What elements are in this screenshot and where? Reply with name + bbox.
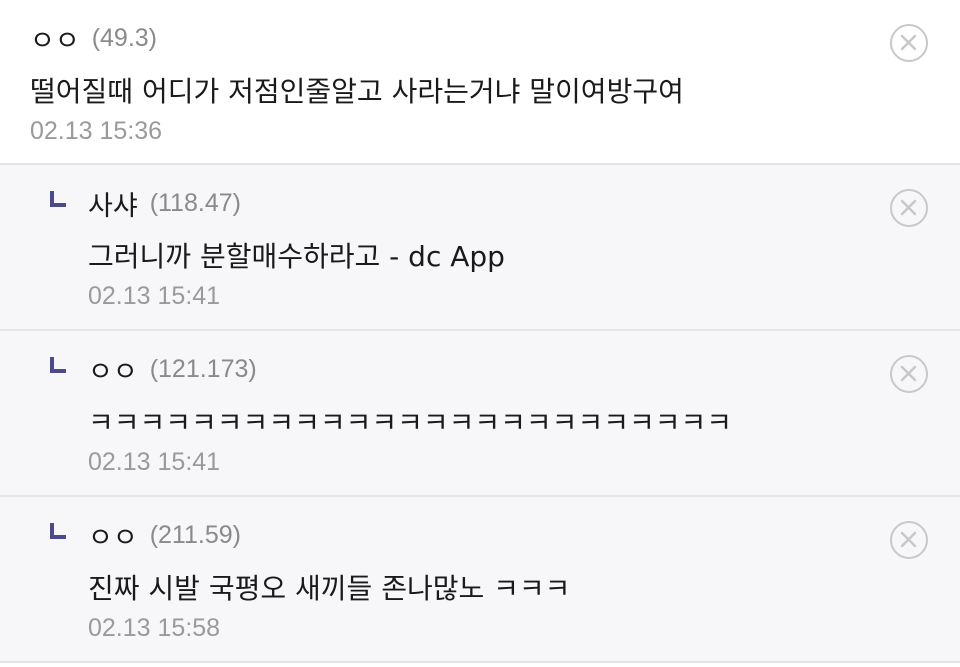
comment-header: ㅇㅇ (49.3) (30, 19, 157, 58)
comment-ip: (118.47) (149, 188, 241, 217)
comment-ip: (121.173) (149, 354, 257, 383)
comment-header: ㅇㅇ (211.59) (88, 516, 241, 555)
comment-nickname[interactable]: ㅇㅇ (30, 19, 80, 58)
reply-item: 사샤 (118.47) 그러니까 분할매수하라고 - dc App 02.13 … (0, 165, 960, 331)
close-circle-icon (900, 199, 917, 216)
delete-comment-button[interactable] (890, 24, 928, 62)
comment-date: 02.13 15:41 (88, 282, 221, 310)
comment-date: 02.13 15:58 (88, 614, 221, 642)
comment-header: 사샤 (118.47) (88, 184, 241, 223)
close-circle-icon (900, 531, 917, 548)
comment-nickname[interactable]: 사샤 (88, 184, 138, 223)
reply-arrow-icon (50, 523, 66, 539)
reply-item: ㅇㅇ (211.59) 진짜 시발 국평오 새끼들 존나많노 ㅋㅋㅋ 02.13… (0, 497, 960, 663)
close-circle-icon (900, 365, 917, 382)
close-circle-icon (900, 34, 917, 51)
reply-arrow-icon (50, 191, 66, 207)
reply-item: ㅇㅇ (121.173) ㅋㅋㅋㅋㅋㅋㅋㅋㅋㅋㅋㅋㅋㅋㅋㅋㅋㅋㅋㅋㅋㅋㅋㅋㅋ 0… (0, 331, 960, 497)
comment-ip: (49.3) (91, 23, 157, 52)
delete-comment-button[interactable] (890, 355, 928, 393)
comment-text: ㅋㅋㅋㅋㅋㅋㅋㅋㅋㅋㅋㅋㅋㅋㅋㅋㅋㅋㅋㅋㅋㅋㅋㅋㅋ (88, 406, 733, 439)
comment-header: ㅇㅇ (121.173) (88, 350, 257, 389)
comment-text: 떨어질때 어디가 저점인줄알고 사라는거냐 말이여방구여 (30, 75, 684, 108)
comment-item: ㅇㅇ (49.3) 떨어질때 어디가 저점인줄알고 사라는거냐 말이여방구여 0… (0, 0, 960, 165)
comment-text: 진짜 시발 국평오 새끼들 존나많노 ㅋㅋㅋ (88, 572, 571, 605)
comment-nickname[interactable]: ㅇㅇ (88, 350, 138, 389)
delete-comment-button[interactable] (890, 521, 928, 559)
comment-ip: (211.59) (149, 520, 241, 549)
comment-text: 그러니까 분할매수하라고 - dc App (88, 240, 505, 273)
comment-date: 02.13 15:41 (88, 448, 221, 476)
comment-nickname[interactable]: ㅇㅇ (88, 516, 138, 555)
comment-date: 02.13 15:36 (30, 117, 163, 145)
reply-arrow-icon (50, 357, 66, 373)
delete-comment-button[interactable] (890, 189, 928, 227)
